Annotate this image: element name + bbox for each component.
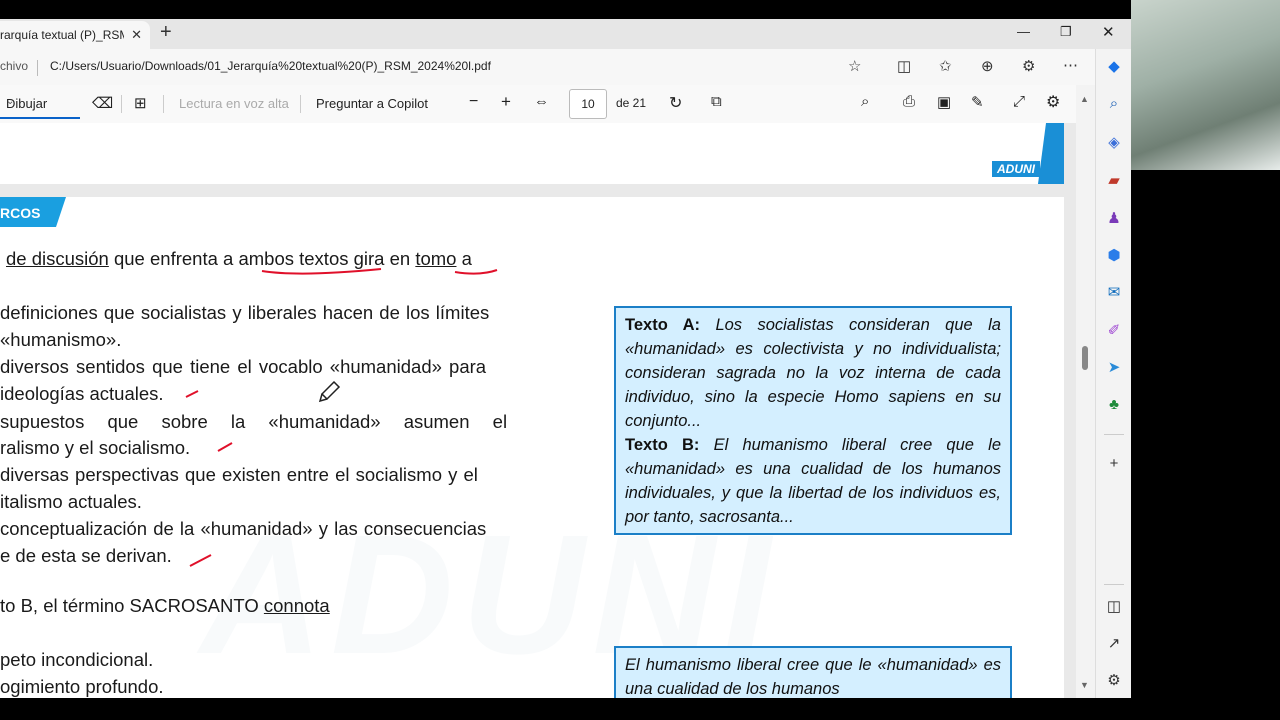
ink-annotations bbox=[185, 268, 498, 567]
annotation-check bbox=[189, 554, 212, 567]
outlook-icon[interactable]: ✉ bbox=[1104, 283, 1124, 301]
favorite-star-icon[interactable]: ☆ bbox=[848, 57, 861, 75]
read-aloud-button[interactable]: Lectura en voz alta bbox=[179, 96, 289, 111]
aduni-logo: ADUNI bbox=[986, 123, 1064, 184]
drop-send-icon[interactable]: ➤ bbox=[1104, 358, 1124, 376]
minimize-icon[interactable]: — bbox=[1017, 24, 1030, 39]
zoom-in-icon[interactable]: + bbox=[501, 92, 511, 112]
split-screen-icon[interactable]: ◫ bbox=[897, 57, 911, 75]
pdf-page: ADUNI RCOS de discusión que enfrenta a a… bbox=[0, 197, 1064, 698]
copilot-icon[interactable]: ◆ bbox=[1104, 57, 1124, 75]
page-number-input[interactable]: 10 bbox=[569, 89, 607, 119]
edge-sidebar: ◆ ⌕ ◈ ▰ ♟ ⬢ ✉ ✐ ➤ ♣ + ◫ ↗ ⚙ bbox=[1095, 49, 1132, 720]
draw-button[interactable]: Dibujar ⌄ bbox=[0, 91, 80, 119]
more-menu-icon[interactable]: ⋯ bbox=[1063, 56, 1078, 74]
eraser-icon[interactable]: ⌫ bbox=[92, 94, 113, 112]
toolbar-divider bbox=[300, 95, 301, 113]
new-tab-icon[interactable]: + bbox=[160, 22, 172, 42]
save-as-icon[interactable]: ✎ bbox=[971, 93, 984, 111]
settings-gear-icon[interactable]: ⚙ bbox=[1046, 92, 1060, 112]
address-bar: chivo C:/Users/Usuario/Downloads/01_Jera… bbox=[0, 49, 1095, 85]
page-view-icon[interactable]: ⧉ bbox=[711, 93, 722, 110]
chevron-down-icon[interactable]: ⌄ bbox=[6, 96, 14, 107]
pdf-page-top: ADUNI bbox=[0, 123, 1064, 184]
webcam-feed bbox=[1131, 0, 1280, 170]
pencil-cursor-icon bbox=[318, 380, 341, 403]
games-icon[interactable]: ♟ bbox=[1104, 209, 1124, 227]
zoom-out-icon[interactable]: − bbox=[469, 93, 478, 111]
pdf-viewer[interactable]: ADUNI ADUNI RCOS de discusión que enfren… bbox=[0, 123, 1076, 698]
toolbar-divider bbox=[163, 95, 164, 113]
scroll-thumb[interactable] bbox=[1082, 346, 1088, 370]
sidebar-divider bbox=[1104, 434, 1124, 435]
ask-copilot-button[interactable]: Preguntar a Copilot bbox=[316, 96, 428, 111]
tools-briefcase-icon[interactable]: ▰ bbox=[1104, 171, 1124, 189]
url-field[interactable]: C:/Users/Usuario/Downloads/01_Jerarquía%… bbox=[50, 59, 491, 73]
fullscreen-icon[interactable]: ⤢ bbox=[1013, 93, 1025, 110]
close-tab-icon[interactable]: ✕ bbox=[131, 27, 142, 43]
collections-icon[interactable]: ⊕ bbox=[981, 57, 994, 75]
close-window-icon[interactable]: ✕ bbox=[1102, 23, 1115, 41]
annotation-check bbox=[185, 390, 199, 398]
microsoft365-icon[interactable]: ⬢ bbox=[1104, 246, 1124, 264]
scroll-down-icon[interactable]: ▼ bbox=[1080, 680, 1089, 690]
annotation-underline bbox=[261, 268, 382, 275]
print-icon[interactable]: ⎙ bbox=[903, 93, 915, 110]
favorites-icon[interactable]: ✩ bbox=[939, 57, 952, 75]
hide-sidebar-icon[interactable]: ◫ bbox=[1104, 597, 1124, 615]
tab-title: rarquía textual (P)_RSM_2024.pdf bbox=[0, 28, 124, 42]
address-scheme-label: chivo bbox=[0, 59, 29, 73]
annotation-underline bbox=[454, 269, 498, 275]
extensions-icon[interactable]: ⚙ bbox=[1022, 57, 1035, 75]
shopping-tag-icon[interactable]: ◈ bbox=[1104, 133, 1124, 151]
logo-text: ADUNI bbox=[992, 161, 1040, 177]
screen-bottom-bar bbox=[0, 698, 1131, 720]
browser-tab[interactable]: rarquía textual (P)_RSM_2024.pdf ✕ bbox=[0, 21, 150, 49]
tree-icon[interactable]: ♣ bbox=[1104, 396, 1124, 413]
annotation-check bbox=[217, 442, 233, 452]
sidebar-settings-icon[interactable]: ⚙ bbox=[1104, 671, 1124, 689]
sidebar-search-icon[interactable]: ⌕ bbox=[1104, 95, 1124, 112]
rotate-icon[interactable]: ↻ bbox=[669, 93, 682, 113]
scroll-up-icon[interactable]: ▲ bbox=[1080, 94, 1089, 104]
screen-top-bar bbox=[0, 0, 1131, 19]
page-total-label: de 21 bbox=[616, 96, 647, 110]
address-divider bbox=[37, 60, 38, 76]
text-box-icon[interactable]: ⊞ bbox=[134, 94, 147, 112]
webcam-background bbox=[1131, 170, 1280, 720]
fit-width-icon[interactable]: ⇔ bbox=[534, 93, 549, 110]
sidebar-divider bbox=[1104, 584, 1124, 585]
save-icon[interactable]: ▣ bbox=[937, 93, 951, 111]
viewer-scrollbar[interactable]: ▲ ▼ bbox=[1076, 85, 1095, 698]
restore-icon[interactable]: ❐ bbox=[1060, 24, 1072, 40]
designer-icon[interactable]: ✐ bbox=[1104, 321, 1124, 339]
pdf-toolbar: Dibujar ⌄ ⌫ ⊞ Lectura en voz alta Pregun… bbox=[0, 85, 1076, 124]
toolbar-divider bbox=[121, 95, 122, 113]
open-external-icon[interactable]: ↗ bbox=[1104, 634, 1124, 652]
tab-strip: rarquía textual (P)_RSM_2024.pdf ✕ + — ❐… bbox=[0, 19, 1131, 49]
add-sidebar-app-icon[interactable]: + bbox=[1104, 455, 1124, 472]
search-icon[interactable]: ⌕ bbox=[861, 93, 869, 110]
